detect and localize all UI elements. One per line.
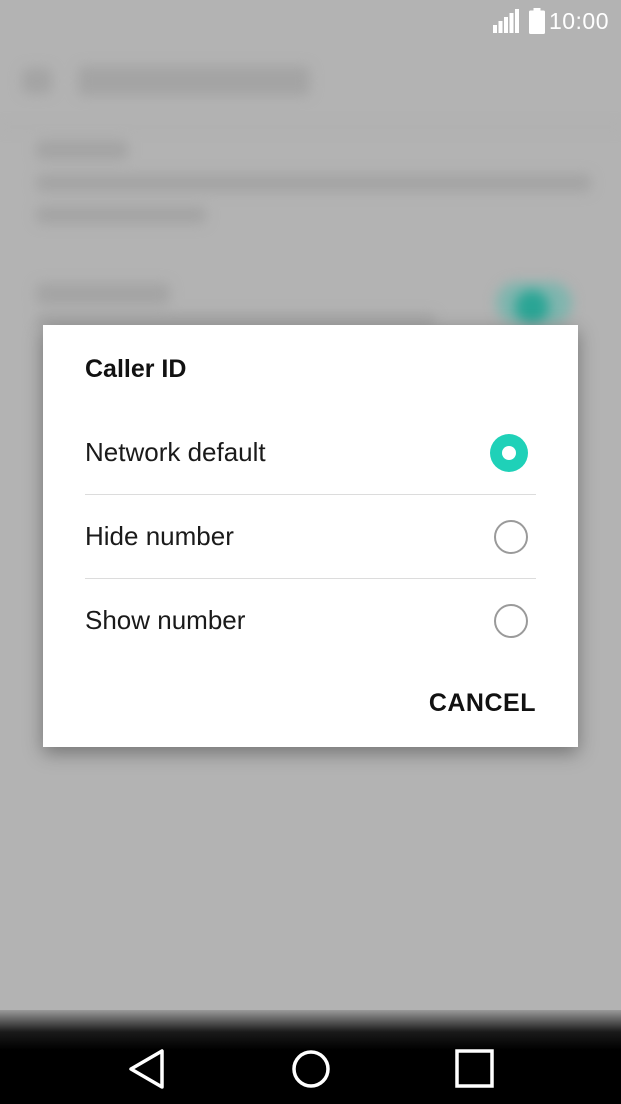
home-icon [292,1050,330,1088]
cancel-button[interactable]: CANCEL [429,689,536,718]
option-network-default[interactable]: Network default [85,411,536,495]
screen: 10:00 Caller ID Network default Hide num… [0,0,621,1104]
option-label: Network default [85,437,266,467]
home-button[interactable] [286,1044,336,1094]
radio-unselected-icon[interactable] [494,603,528,638]
battery-icon [528,8,545,34]
radio-selected-icon[interactable] [490,433,528,472]
option-label: Show number [85,605,246,635]
clock: 10:00 [548,8,609,34]
recents-icon [455,1049,494,1088]
radio-unselected-icon[interactable] [494,519,528,554]
back-icon [129,1049,164,1089]
option-label: Hide number [85,521,234,551]
caller-id-dialog: Caller ID Network default Hide number Sh… [43,325,578,747]
recents-button[interactable] [450,1044,500,1094]
back-button[interactable] [122,1044,172,1094]
status-icons: 10:00 [492,8,609,34]
status-bar: 10:00 [0,0,621,42]
dialog-title: Caller ID [85,355,187,383]
signal-icon [492,9,519,33]
option-hide-number[interactable]: Hide number [85,495,536,579]
navigation-bar [0,1010,621,1104]
option-show-number[interactable]: Show number [85,579,536,662]
